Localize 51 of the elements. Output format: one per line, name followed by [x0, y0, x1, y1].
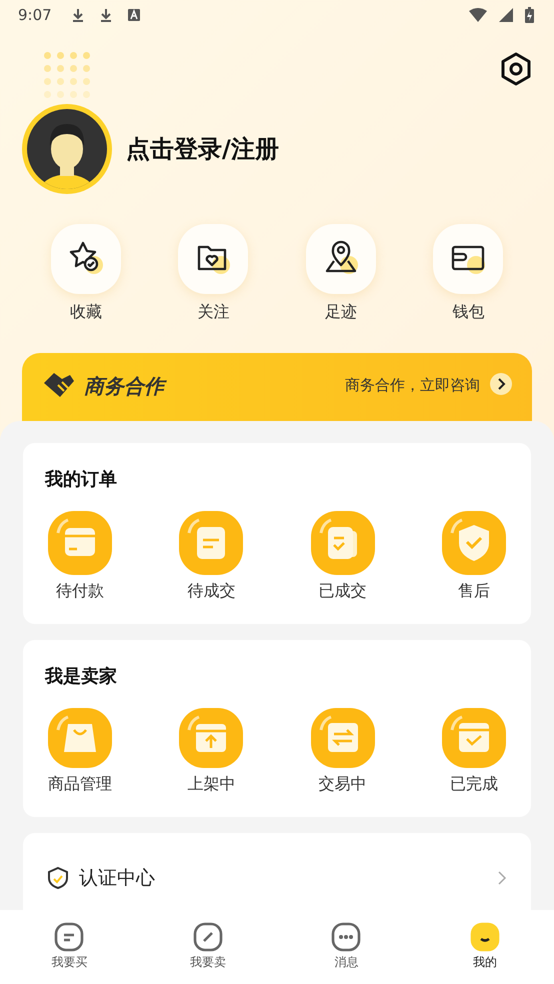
shortcut-label: 收藏 — [70, 302, 102, 323]
order-status-label: 售后 — [458, 581, 490, 602]
list-icon — [54, 922, 84, 952]
status-time: 9:07 — [18, 6, 52, 24]
chevron-right-icon — [490, 373, 512, 395]
shield-check-icon[interactable] — [442, 511, 506, 575]
order-status-label: 已成交 — [318, 581, 367, 602]
shortcut-button[interactable] — [306, 224, 376, 294]
pencil-icon — [192, 922, 223, 952]
dot-pattern-drawing — [44, 52, 90, 98]
login-link[interactable]: 点击登录/注册 — [126, 133, 279, 165]
chat-icon — [331, 922, 362, 952]
shopping-bag-icon[interactable] — [48, 708, 112, 768]
tab[interactable]: 消息 — [311, 922, 382, 971]
section-title: 我是卖家 — [45, 665, 118, 688]
exchange-icon[interactable] — [310, 708, 375, 768]
shortcut-label: 足迹 — [324, 302, 357, 323]
shortcut-button[interactable] — [433, 224, 504, 294]
seller-status-label: 商品管理 — [48, 774, 112, 795]
settings-icon[interactable] — [500, 52, 532, 86]
tab[interactable]: 我要卖 — [172, 922, 243, 971]
seller-status-label: 交易中 — [318, 774, 367, 795]
shield-check-icon — [47, 866, 69, 890]
order-status-label: 待成交 — [187, 581, 236, 602]
shortcut-button[interactable] — [50, 224, 121, 294]
signal-icon — [499, 8, 513, 22]
smile-icon — [470, 922, 500, 952]
battery-icon — [525, 7, 534, 23]
handshake-icon — [44, 373, 74, 397]
card-icon[interactable] — [48, 511, 112, 575]
wifi-icon — [469, 8, 487, 22]
seller-status-label: 上架中 — [187, 774, 236, 795]
certification-row[interactable]: 认证中心 — [23, 833, 531, 910]
download-icon — [72, 8, 84, 22]
tab[interactable]: 我要买 — [34, 922, 104, 971]
box-check-icon[interactable] — [442, 708, 506, 768]
seller-status-label: 已完成 — [450, 774, 498, 795]
shortcut-button[interactable] — [178, 224, 248, 294]
clipboard-icon[interactable] — [179, 511, 244, 575]
tab[interactable]: 我的 — [450, 922, 520, 971]
shortcut-label: 关注 — [197, 302, 230, 323]
shortcut-label: 钱包 — [452, 302, 484, 323]
keyboard-icon — [128, 9, 140, 21]
order-status-label: 待付款 — [56, 581, 104, 602]
chevron-right-icon — [497, 870, 507, 886]
document-check-icon[interactable] — [310, 511, 375, 575]
section-title: 我的订单 — [45, 468, 118, 491]
upload-box-icon[interactable] — [179, 708, 244, 768]
banner-link[interactable]: 商务合作，立即咨询 — [345, 376, 480, 395]
download-icon — [100, 8, 112, 22]
avatar[interactable] — [22, 104, 112, 194]
